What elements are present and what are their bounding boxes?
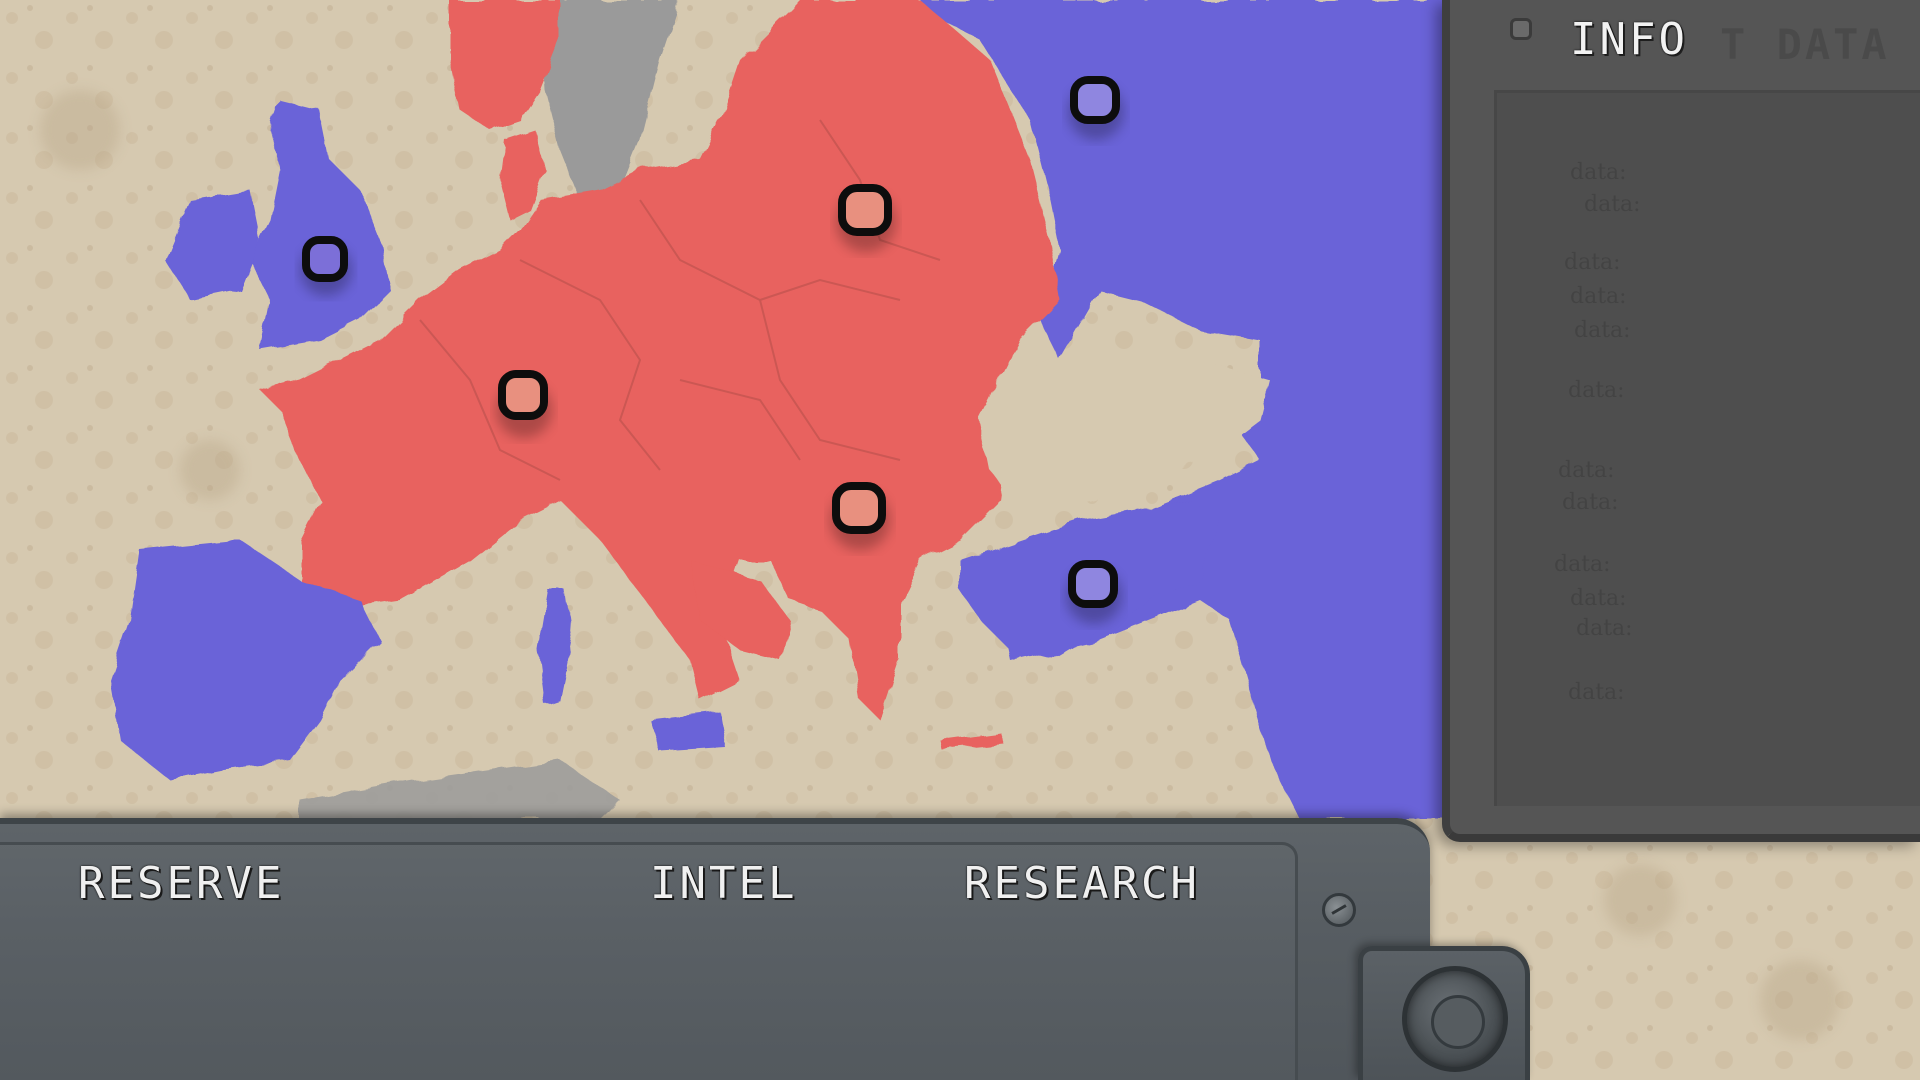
marker-france[interactable] [496,370,552,438]
info-ghost-row: data: [1558,458,1615,483]
info-ghost-row: data: [1570,284,1627,309]
research-button[interactable]: RESEARCH [964,858,1200,909]
dial-knob[interactable] [1402,966,1508,1072]
info-ghost-title: T DATA [1720,20,1890,69]
info-ghost-row: data: [1570,160,1627,185]
intel-button[interactable]: INTEL [650,858,797,909]
info-ghost-row: data: [1584,192,1641,217]
info-ghost-row: data: [1576,616,1633,641]
info-ghost-row: data: [1570,586,1627,611]
marker-hungary[interactable] [830,482,890,550]
marker-uk[interactable] [300,236,352,296]
info-ghost-row: data: [1568,680,1625,705]
marker-turkey[interactable] [1066,560,1122,624]
info-ghost-row: data: [1568,378,1625,403]
info-ghost-row: data: [1554,552,1611,577]
info-ghost-row: data: [1564,250,1621,275]
panel-screw-icon [1510,18,1532,40]
marker-poland[interactable] [836,184,896,252]
marker-russia-north[interactable] [1068,76,1124,140]
info-ghost-row: data: [1562,490,1619,515]
game-screen: T DATA INFO data: data: data: data: data… [0,0,1920,1080]
screw-icon [1322,893,1356,927]
info-panel: T DATA INFO data: data: data: data: data… [1442,0,1920,842]
reserve-button[interactable]: RESERVE [78,858,284,909]
info-content-area [1494,90,1920,806]
info-tab-button[interactable]: INFO [1570,14,1688,65]
info-ghost-row: data: [1574,318,1631,343]
